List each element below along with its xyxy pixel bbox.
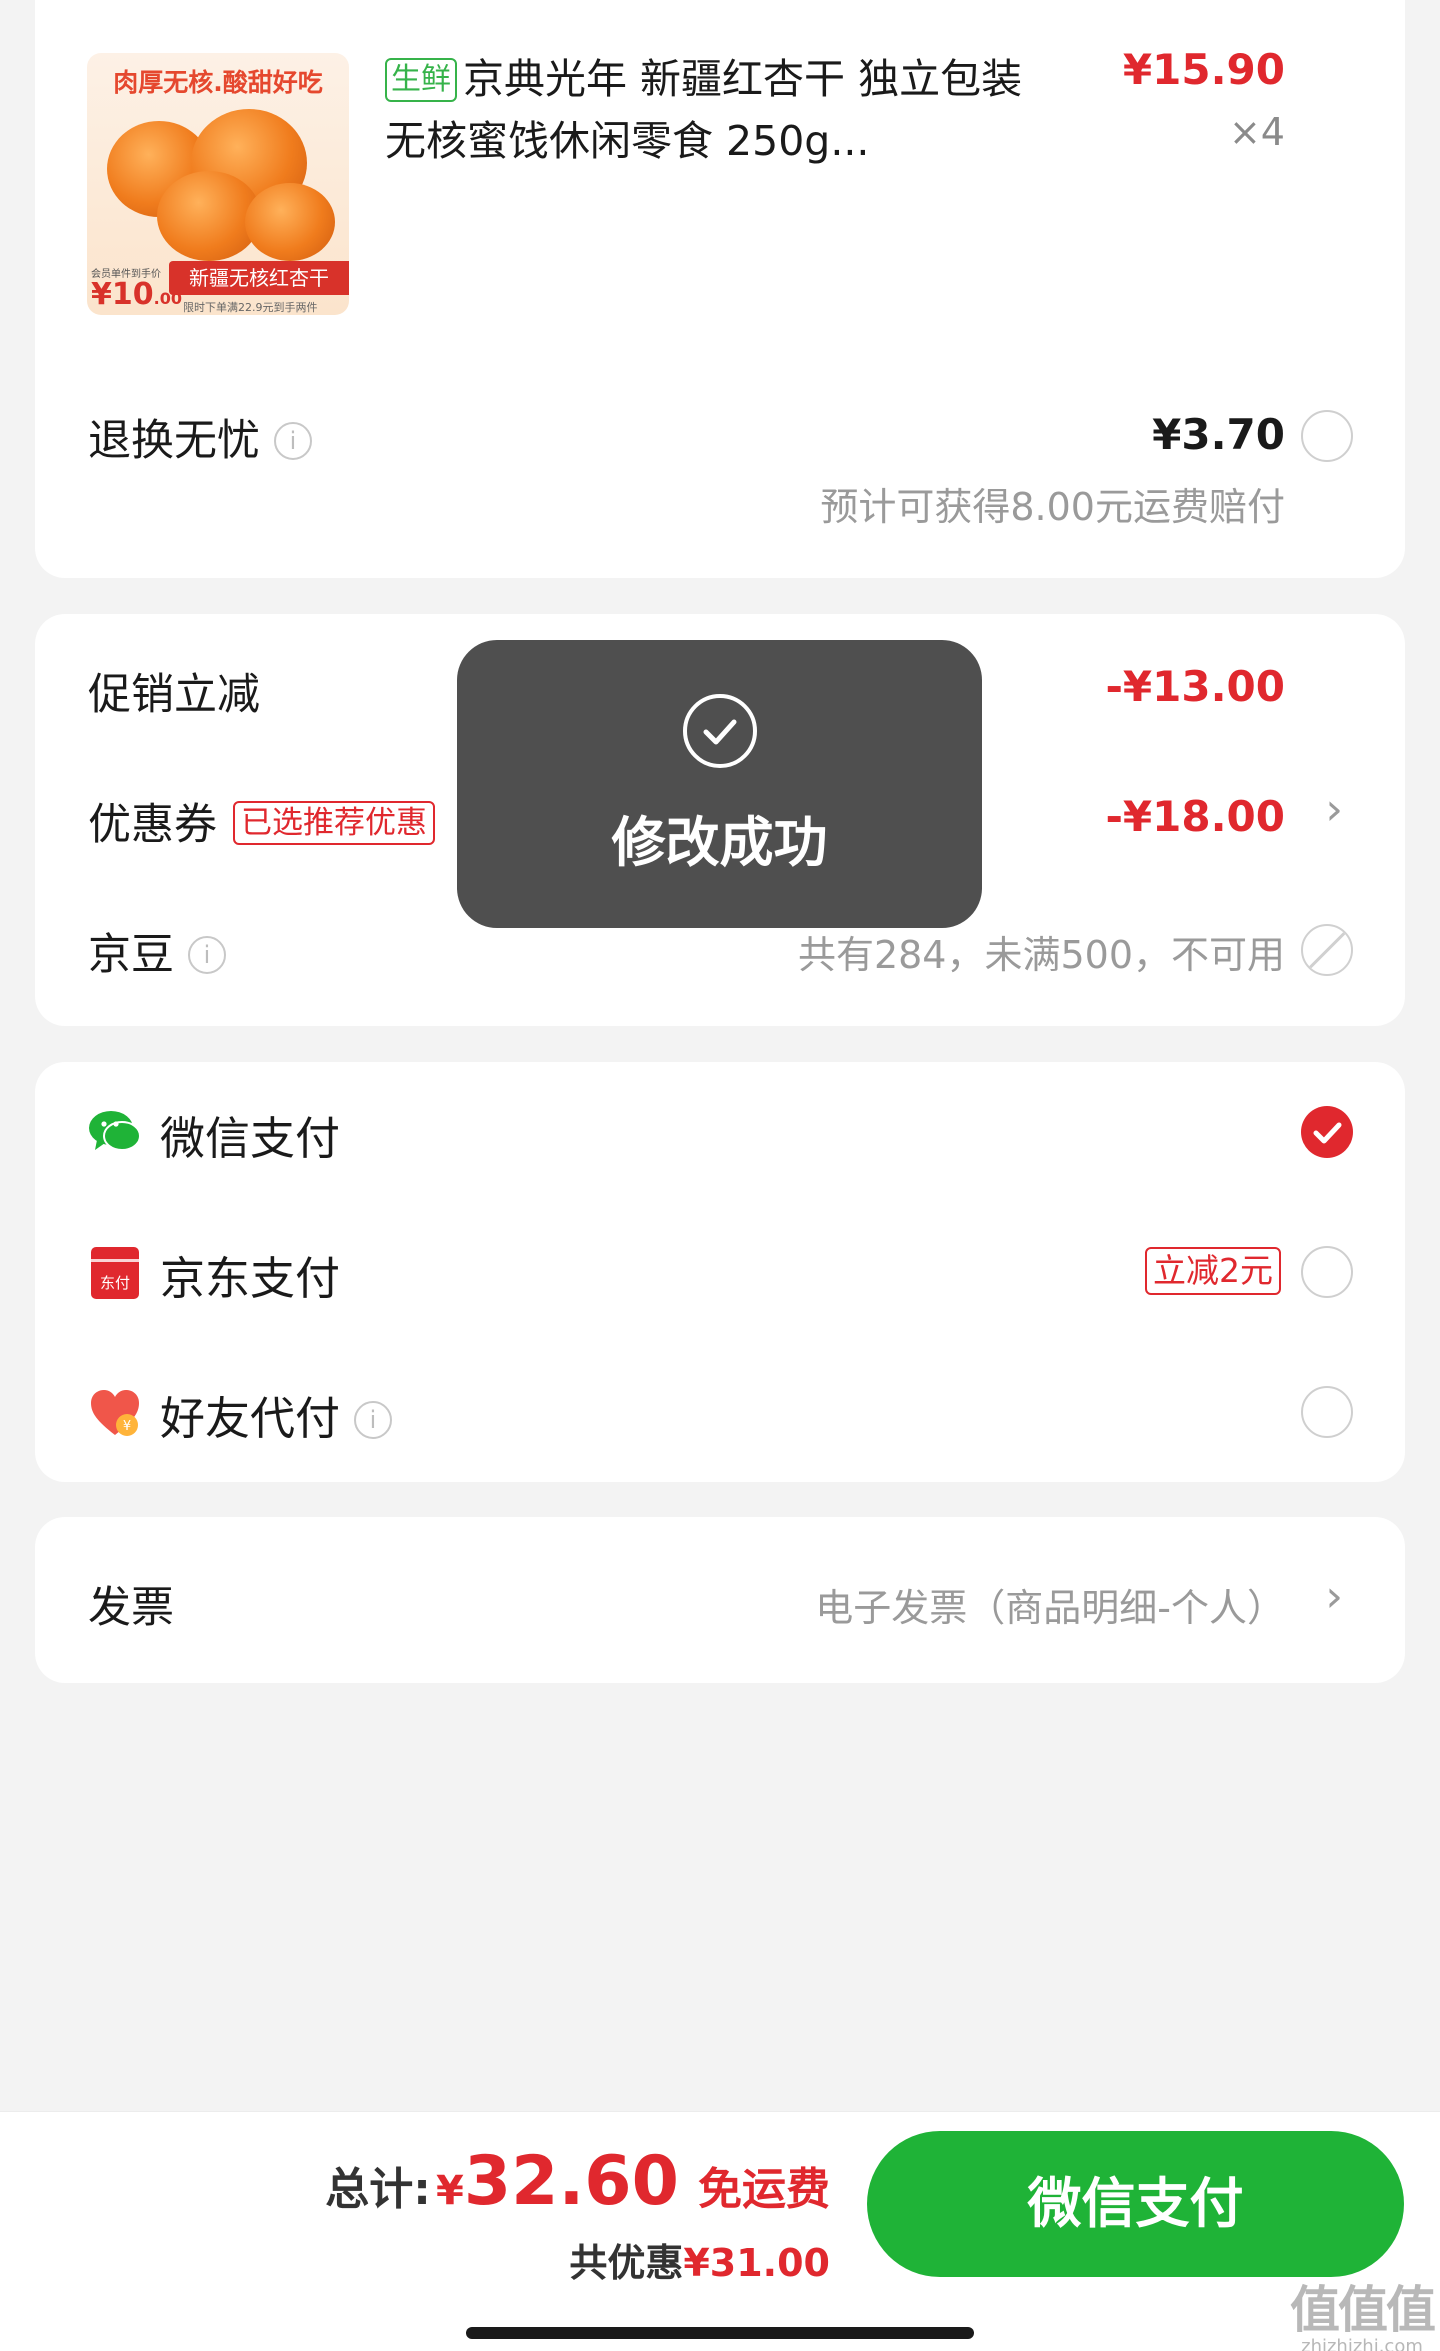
product-title-text: 京典光年 新疆红杏干 独立包装 无核蜜饯休闲零食 250g... xyxy=(385,55,1023,165)
wechat-pay-label: 微信支付 xyxy=(160,1112,341,1165)
friend-pay-label: 好友代付 i xyxy=(160,1382,393,1447)
invoice-value: 电子发票（商品明细-个人） xyxy=(815,1586,1285,1630)
return-insurance-note: 预计可获得8.00元运费赔付 xyxy=(820,485,1285,529)
coupon-row[interactable]: 优惠券 已选推荐优惠 xyxy=(88,790,435,852)
product-quantity: ×4 xyxy=(1228,110,1285,154)
return-insurance-label: 退换无忧 i xyxy=(88,406,312,468)
savings-label: 共优惠 xyxy=(569,2241,684,2285)
fresh-tag: 生鲜 xyxy=(385,58,457,102)
product-title[interactable]: 生鲜 京典光年 新疆红杏干 独立包装 无核蜜饯休闲零食 250g... xyxy=(385,48,1065,172)
payment-option-friend[interactable]: ¥ xyxy=(87,1385,143,1445)
jd-pay-radio[interactable] xyxy=(1301,1246,1353,1298)
return-insurance-radio[interactable] xyxy=(1301,410,1353,462)
wechat-pay-button[interactable]: 微信支付 xyxy=(867,2131,1404,2277)
thumbnail-ribbon: 新疆无核红杏干 xyxy=(169,261,349,295)
promo-label: 促销立减 xyxy=(88,670,260,720)
thumbnail-slogan: 肉厚无核.酸甜好吃 xyxy=(113,68,323,97)
coupon-value: -¥18.00 xyxy=(1105,792,1285,841)
disabled-icon xyxy=(1301,924,1353,976)
coupon-recommended-tag: 已选推荐优惠 xyxy=(233,801,435,845)
svg-text:¥: ¥ xyxy=(123,1419,131,1434)
chevron-right-icon[interactable]: › xyxy=(1325,784,1343,835)
total-label: 总计: xyxy=(325,2164,431,2215)
savings-amount: ¥31.00 xyxy=(683,2241,830,2285)
home-indicator[interactable] xyxy=(466,2327,974,2339)
jd-pay-promo-tag: 立减2元 xyxy=(1145,1247,1281,1295)
heart-icon: ¥ xyxy=(91,1390,139,1436)
product-price: ¥15.90 xyxy=(1122,45,1285,94)
apricot-image xyxy=(245,183,335,261)
success-toast: 修改成功 xyxy=(457,640,982,928)
wechat-pay-radio[interactable] xyxy=(1301,1106,1353,1158)
info-icon[interactable]: i xyxy=(274,422,312,460)
checkout-bar: 总计: ¥32.60 免运费 共优惠¥31.00 微信支付 值值值 zhizhi… xyxy=(0,2111,1440,2351)
total-savings: 共优惠¥31.00 xyxy=(569,2232,830,2287)
payment-option-wechat[interactable] xyxy=(87,1104,143,1164)
check-circle-icon xyxy=(683,694,757,768)
info-icon[interactable]: i xyxy=(188,936,226,974)
jd-pay-label: 京东支付 xyxy=(160,1252,341,1305)
jd-beans-note: 共有284，未满500，不可用 xyxy=(797,933,1285,977)
total-currency: ¥ xyxy=(435,2168,464,2214)
jd-pay-icon: 东付 xyxy=(91,1247,139,1299)
payment-card: 微信支付 东付 京东支付 立减2元 ¥ 好友代付 i xyxy=(35,1062,1405,1482)
total-amount: 32.60 xyxy=(463,2142,679,2221)
coupon-label: 优惠券 xyxy=(88,800,217,850)
jd-beans-label: 京豆 i xyxy=(88,920,226,982)
svg-text:东付: 东付 xyxy=(100,1274,130,1292)
invoice-card[interactable]: 发票 电子发票（商品明细-个人） › xyxy=(35,1517,1405,1683)
promo-value: -¥13.00 xyxy=(1105,662,1285,711)
watermark: 值值值 zhizhizhi.com xyxy=(1290,2281,1436,2351)
order-total: 总计: ¥32.60 免运费 xyxy=(325,2142,830,2221)
payment-option-jd[interactable]: 东付 xyxy=(87,1245,143,1305)
product-card: 肉厚无核.酸甜好吃 会员单件到手价 ¥10.00 新疆无核红杏干 限时下单满22… xyxy=(35,0,1405,578)
return-insurance-price: ¥3.70 xyxy=(1152,410,1285,459)
free-shipping-label: 免运费 xyxy=(698,2164,830,2215)
info-icon[interactable]: i xyxy=(354,1401,393,1439)
check-icon xyxy=(1313,1122,1342,1144)
friend-pay-radio[interactable] xyxy=(1301,1386,1353,1438)
product-thumbnail[interactable]: 肉厚无核.酸甜好吃 会员单件到手价 ¥10.00 新疆无核红杏干 限时下单满22… xyxy=(87,53,349,315)
chevron-right-icon[interactable]: › xyxy=(1325,1571,1343,1622)
invoice-label: 发票 xyxy=(88,1583,174,1633)
thumbnail-ribbon-sub: 限时下单满22.9元到手两件 xyxy=(183,301,318,314)
toast-message: 修改成功 xyxy=(611,811,828,874)
wechat-icon xyxy=(89,1111,141,1151)
